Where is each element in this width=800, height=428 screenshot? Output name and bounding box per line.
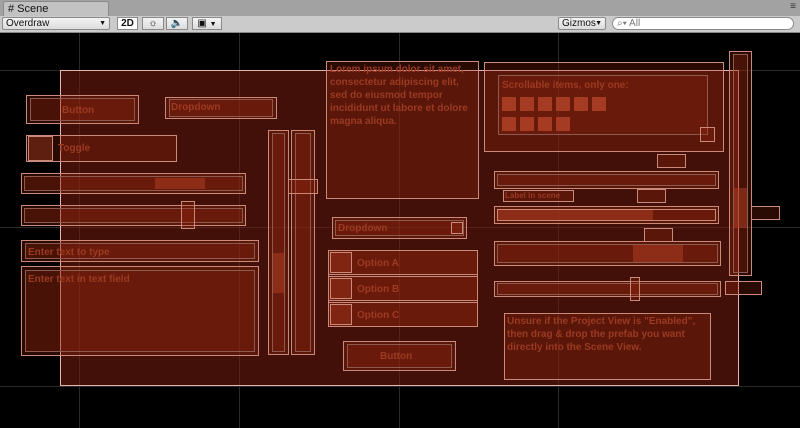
note-text: Unsure if the Project View is "Enabled",… <box>507 316 696 353</box>
tab-scene-label: Scene <box>17 3 49 15</box>
grid-cell[interactable] <box>502 97 516 111</box>
gizmos-label: Gizmos <box>562 18 596 29</box>
slider-6-track <box>497 283 718 295</box>
sun-icon: ☼ <box>148 18 158 29</box>
lighting-toggle-button[interactable]: ☼ <box>142 17 164 30</box>
grid-cell[interactable] <box>592 97 606 111</box>
grid-cell[interactable] <box>502 117 516 131</box>
slider-1-fill <box>155 178 205 189</box>
grid-cell[interactable] <box>574 97 588 111</box>
small-box <box>657 154 686 168</box>
option-c-label: Option C <box>357 310 400 321</box>
option-c-box[interactable] <box>330 304 352 325</box>
grid-panel-resize-handle[interactable] <box>700 127 715 142</box>
small-box <box>644 228 673 242</box>
small-box <box>637 189 666 203</box>
draw-mode-dropdown[interactable]: Overdraw ▼ <box>2 17 110 30</box>
slider-1-track <box>24 176 243 191</box>
grid-cell[interactable] <box>538 97 552 111</box>
dropdown-mid-label: Dropdown <box>338 223 388 234</box>
scrollbar-v3-track <box>733 54 748 273</box>
scrollbar-v3-fill <box>734 188 747 228</box>
grid-cell[interactable] <box>520 97 534 111</box>
scrollbar-v1-track <box>272 133 285 352</box>
grid-icon: # <box>8 3 15 15</box>
slider-2-track <box>24 208 243 223</box>
image-icon: ▣ <box>197 18 207 29</box>
slider-6-handle[interactable] <box>630 277 640 301</box>
dropdown-mid-arrow[interactable] <box>451 222 463 234</box>
slider-5-track <box>497 244 718 263</box>
draw-mode-label: Overdraw <box>6 18 50 29</box>
chevron-down-icon: ▼ <box>99 20 106 27</box>
tab-scene[interactable]: # Scene <box>3 1 109 16</box>
slider-5-fill <box>633 245 683 262</box>
slider-2-handle[interactable] <box>181 201 195 229</box>
chevron-down-icon: ▼ <box>595 20 602 27</box>
grid-cell[interactable] <box>556 117 570 131</box>
toggle-label: Toggle <box>58 143 91 154</box>
scrollbar-v1-fill <box>273 253 284 293</box>
panel-menu-icon[interactable]: ≡ <box>790 1 796 12</box>
option-a-label: Option A <box>357 258 399 269</box>
tab-bar: # Scene ≡ <box>0 0 800 17</box>
small-box <box>751 206 780 220</box>
scene-view[interactable]: Button Dropdown Toggle Enter text to typ… <box>0 33 800 428</box>
slider-3-track <box>497 174 716 186</box>
grid-cell[interactable] <box>556 97 570 111</box>
dropdown-top-label: Dropdown <box>171 102 221 113</box>
grid-line <box>0 386 800 387</box>
grid-cell[interactable] <box>520 117 534 131</box>
slider-4-fill <box>498 210 653 220</box>
gizmos-dropdown[interactable]: Gizmos ▼ <box>558 17 606 30</box>
option-a-box[interactable] <box>330 252 352 273</box>
button-top-label: Button <box>62 105 95 116</box>
audio-toggle-button[interactable]: 🔈 <box>166 17 188 30</box>
small-box <box>725 281 762 295</box>
grid-panel-title: Scrollable items, only one: <box>502 80 629 91</box>
search-icon: ⌕▾ <box>617 18 627 29</box>
speaker-icon: 🔈 <box>170 18 184 29</box>
2d-toggle-button[interactable]: 2D <box>117 17 138 30</box>
option-b-box[interactable] <box>330 278 352 299</box>
option-b-label: Option B <box>357 284 400 295</box>
grid-cell[interactable] <box>538 117 552 131</box>
input-field-placeholder: Enter text to type <box>28 247 110 258</box>
text-panel-body: Lorem ipsum dolor sit amet, consectetur … <box>330 64 468 127</box>
scrollbar-v2-track <box>295 133 311 352</box>
scene-toolbar: Overdraw ▼ 2D ☼ 🔈 ▣ ▼ Gizmos ▼ ⌕▾ All <box>0 16 800 33</box>
button-bottom-label: Button <box>380 351 413 362</box>
search-placeholder: All <box>629 18 641 29</box>
input-field-multi-placeholder: Enter text in text field <box>28 274 130 285</box>
scrollbar-v2-handle[interactable] <box>288 179 318 194</box>
effects-dropdown[interactable]: ▣ ▼ <box>192 17 222 30</box>
small-label: Label in scene <box>505 191 561 200</box>
search-input[interactable]: ⌕▾ All <box>612 17 794 30</box>
toggle-checkbox[interactable] <box>28 136 53 161</box>
